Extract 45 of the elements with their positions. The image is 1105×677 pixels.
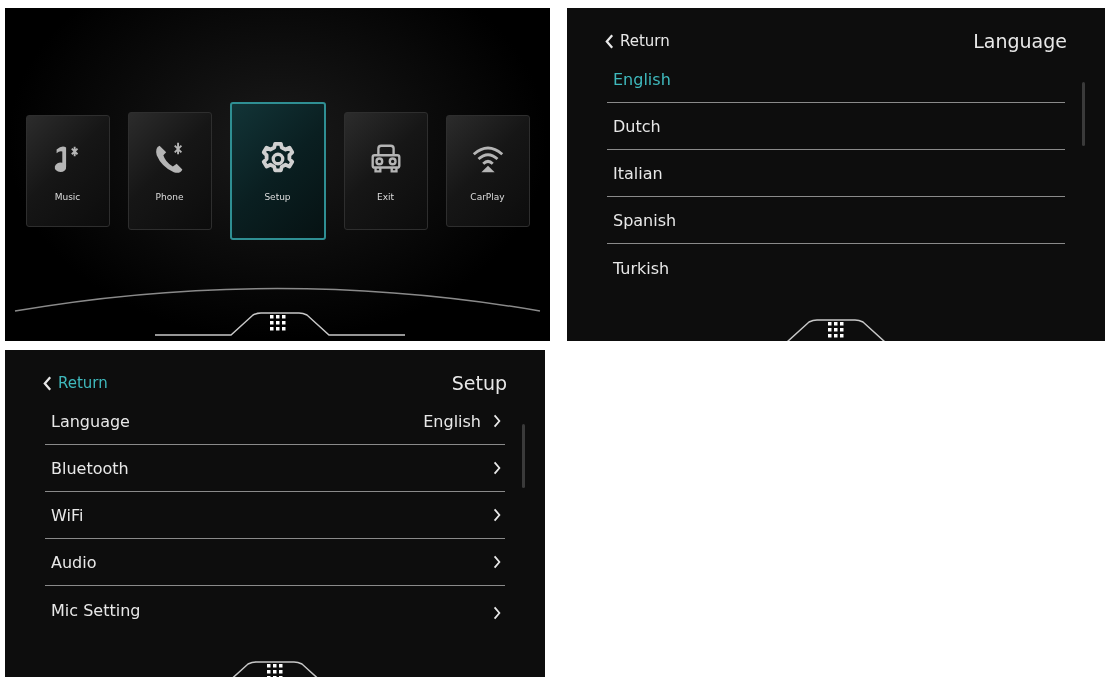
app-tile[interactable]: Setup xyxy=(229,102,326,240)
settings-row[interactable]: WiFi xyxy=(45,492,505,539)
setting-label: Language xyxy=(51,411,130,431)
tile-label: Exit xyxy=(376,192,394,202)
app-tile[interactable]: Music xyxy=(25,115,110,227)
settings-row[interactable]: Mic Setting xyxy=(45,586,505,620)
tile-label: Setup xyxy=(264,192,291,202)
grid-icon xyxy=(269,315,286,331)
tile-label: CarPlay xyxy=(470,192,505,202)
language-option[interactable]: English xyxy=(607,56,1065,103)
grid-icon xyxy=(267,664,283,677)
back-icon xyxy=(43,375,52,391)
screen-title: Setup xyxy=(451,372,507,394)
scrollbar[interactable] xyxy=(522,424,525,488)
return-button[interactable]: Return xyxy=(43,374,108,392)
return-button[interactable]: Return xyxy=(605,32,670,50)
settings-row[interactable]: Language English xyxy=(45,398,505,445)
language-option[interactable]: Dutch xyxy=(607,103,1065,150)
setting-label: Mic Setting xyxy=(51,601,141,620)
setting-value: English xyxy=(423,411,481,431)
scrollbar[interactable] xyxy=(1082,82,1085,146)
language-option[interactable]: Italian xyxy=(607,150,1065,197)
app-tile[interactable]: Exit xyxy=(343,112,428,230)
apps-button[interactable] xyxy=(267,313,288,333)
chevron-icon xyxy=(493,606,501,620)
apps-button[interactable] xyxy=(265,662,285,677)
apps-button[interactable] xyxy=(826,320,846,340)
app-tile[interactable]: Phone xyxy=(127,112,212,230)
setting-label: Bluetooth xyxy=(51,458,129,478)
app-tile[interactable]: CarPlay xyxy=(445,115,530,227)
screen-title: Language xyxy=(973,30,1067,52)
language-option[interactable]: Spanish xyxy=(607,197,1065,244)
grid-icon xyxy=(828,322,844,338)
language-option[interactable]: Turkish xyxy=(607,244,1065,278)
back-icon xyxy=(605,33,614,49)
chevron-icon xyxy=(493,555,501,569)
chevron-icon xyxy=(493,508,501,522)
settings-row[interactable]: Bluetooth xyxy=(45,445,505,492)
setting-label: Audio xyxy=(51,552,97,572)
settings-row[interactable]: Audio xyxy=(45,539,505,586)
chevron-icon xyxy=(493,414,501,428)
tile-label: Music xyxy=(54,192,81,202)
chevron-icon xyxy=(493,461,501,475)
setting-label: WiFi xyxy=(51,505,84,525)
tile-label: Phone xyxy=(155,192,184,202)
